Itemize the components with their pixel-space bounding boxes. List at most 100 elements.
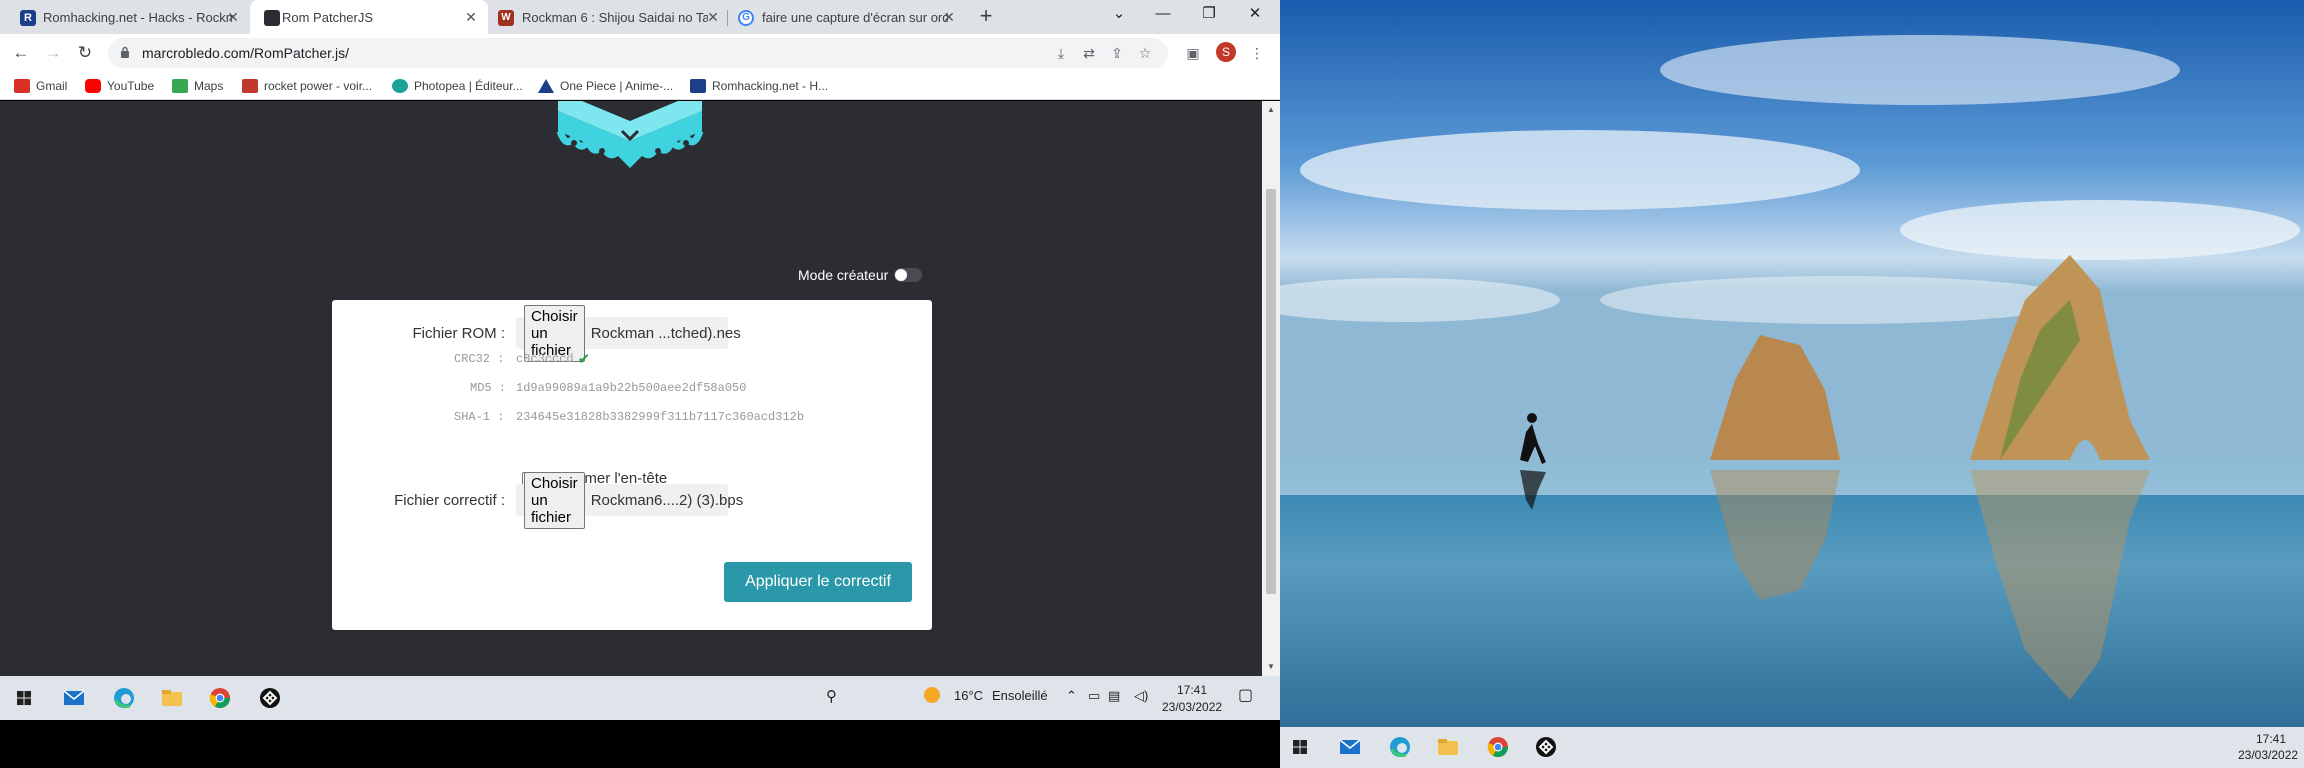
url-text: marcrobledo.com/RomPatcher.js/ bbox=[142, 45, 349, 61]
sun-icon bbox=[924, 687, 940, 703]
bookmark-label: YouTube bbox=[107, 79, 155, 93]
checkmark-icon: ✔ bbox=[577, 350, 591, 368]
scroll-down-icon[interactable]: ▼ bbox=[1266, 662, 1276, 672]
lock-icon bbox=[121, 46, 129, 58]
menu-icon[interactable]: ⋮ bbox=[1248, 44, 1266, 62]
explorer-icon[interactable] bbox=[156, 682, 188, 714]
profile-avatar[interactable]: S bbox=[1216, 42, 1236, 62]
edge-icon[interactable] bbox=[1384, 731, 1416, 763]
taskbar-right: 17:41 23/03/2022 bbox=[1280, 727, 2304, 768]
creator-mode-label: Mode créateur bbox=[798, 267, 889, 283]
close-window-button[interactable]: ✕ bbox=[1232, 0, 1278, 30]
mail-icon[interactable] bbox=[1334, 731, 1366, 763]
chevron-up-icon[interactable]: ⌃ bbox=[1066, 688, 1077, 704]
tab-romhacking[interactable]: R Romhacking.net - Hacks - Rockm ✕ bbox=[0, 0, 250, 34]
gmail-icon bbox=[14, 79, 30, 93]
app-icon[interactable] bbox=[254, 682, 286, 714]
share-icon[interactable]: ⇪ bbox=[1108, 44, 1126, 62]
tab-rompatcher[interactable]: Rom PatcherJS ✕ bbox=[250, 0, 488, 34]
sha1-label: SHA-1 : bbox=[454, 410, 505, 424]
apply-patch-button[interactable]: Appliquer le correctif bbox=[724, 562, 912, 602]
bookmark-rocket-power[interactable]: rocket power - voir... bbox=[242, 78, 372, 94]
bookmark-label: rocket power - voir... bbox=[264, 79, 373, 93]
people-icon[interactable]: ⚲ bbox=[826, 687, 837, 705]
youtube-icon bbox=[85, 79, 101, 93]
tab-strip: R Romhacking.net - Hacks - Rockm ✕ Rom P… bbox=[0, 0, 1280, 34]
rocket-power-icon bbox=[242, 79, 258, 93]
windows-icon[interactable] bbox=[1284, 731, 1316, 763]
chrome-icon[interactable] bbox=[1482, 731, 1514, 763]
rompatcher-favicon-icon bbox=[264, 10, 280, 26]
translate-icon[interactable]: ⇄ bbox=[1080, 44, 1098, 62]
back-button[interactable]: ← bbox=[9, 41, 33, 65]
app-icon[interactable] bbox=[1530, 731, 1562, 763]
bookmark-one-piece[interactable]: One Piece | Anime-... bbox=[538, 78, 673, 94]
temperature[interactable]: 16°C bbox=[954, 688, 983, 703]
bookmark-maps[interactable]: Maps bbox=[172, 78, 223, 94]
creator-mode-toggle[interactable] bbox=[894, 268, 923, 282]
clock-time[interactable]: 17:41 bbox=[1177, 683, 1207, 697]
wallpaper-image bbox=[1280, 0, 2304, 727]
new-tab-button[interactable]: + bbox=[974, 5, 998, 29]
clock-date[interactable]: 23/03/2022 bbox=[2238, 748, 2298, 762]
clock-date[interactable]: 23/03/2022 bbox=[1162, 700, 1222, 714]
close-tab-icon[interactable]: ✕ bbox=[704, 8, 722, 26]
tab-title: Rockman 6 : Shijou Saidai no Tat bbox=[522, 10, 708, 25]
bookmark-romhacking[interactable]: Romhacking.net - H... bbox=[690, 78, 828, 94]
tab-title: faire une capture d'écran sur ord bbox=[762, 10, 948, 25]
toggle-knob bbox=[895, 269, 908, 281]
volume-icon[interactable]: ◁) bbox=[1134, 688, 1148, 704]
network-icon[interactable]: ▤ bbox=[1108, 688, 1120, 704]
meet-icon[interactable]: ▭ bbox=[1088, 688, 1100, 704]
notification-icon[interactable]: ▢ bbox=[1238, 685, 1253, 705]
mail-icon[interactable] bbox=[58, 682, 90, 714]
tab-search-icon[interactable]: ⌄ bbox=[1096, 0, 1142, 30]
close-tab-icon[interactable]: ✕ bbox=[940, 8, 958, 26]
patch-choose-file-button[interactable]: Choisir un fichier bbox=[524, 471, 585, 529]
rom-file-label: Fichier ROM : bbox=[412, 325, 505, 342]
crc32-label: CRC32 : bbox=[454, 352, 505, 366]
tab-google[interactable]: G faire une capture d'écran sur ord ✕ bbox=[728, 0, 968, 34]
rompatcher-logo-icon bbox=[556, 101, 704, 168]
rockman-favicon-icon: W bbox=[498, 10, 514, 26]
close-tab-icon[interactable]: ✕ bbox=[224, 8, 242, 26]
rom-file-input[interactable]: Choisir un fichier Rockman ...tched).nes bbox=[516, 304, 741, 362]
bookmark-label: One Piece | Anime-... bbox=[560, 79, 674, 93]
tab-rockman6[interactable]: W Rockman 6 : Shijou Saidai no Tat ✕ bbox=[488, 0, 728, 34]
bookmark-label: Maps bbox=[194, 79, 224, 93]
close-tab-icon[interactable]: ✕ bbox=[462, 8, 480, 26]
address-bar[interactable]: marcrobledo.com/RomPatcher.js/ ⤓ ⇄ ⇪ ☆ bbox=[108, 38, 1168, 68]
edge-icon[interactable] bbox=[108, 682, 140, 714]
bookmark-youtube[interactable]: YouTube bbox=[85, 78, 154, 94]
page-scrollbar[interactable]: ▲ ▼ bbox=[1262, 101, 1280, 676]
restore-button[interactable]: ❐ bbox=[1186, 0, 1232, 30]
install-icon[interactable]: ⤓ bbox=[1052, 44, 1070, 62]
google-favicon-icon: G bbox=[738, 10, 754, 26]
scroll-up-icon[interactable]: ▲ bbox=[1266, 105, 1276, 115]
patcher-card: Fichier ROM : Choisir un fichier Rockman… bbox=[332, 300, 932, 630]
bookmark-star-icon[interactable]: ☆ bbox=[1136, 44, 1154, 62]
clock-time[interactable]: 17:41 bbox=[2256, 732, 2286, 746]
minimize-button[interactable]: — bbox=[1140, 0, 1186, 30]
md5-value: 1d9a99089a1a9b22b500aee2df58a050 bbox=[516, 381, 747, 395]
chrome-icon[interactable] bbox=[204, 682, 236, 714]
patch-file-input[interactable]: Choisir un fichier Rockman6....2) (3).bp… bbox=[516, 471, 743, 529]
md5-label: MD5 : bbox=[470, 381, 507, 395]
explorer-icon[interactable] bbox=[1432, 731, 1464, 763]
scrollbar-thumb[interactable] bbox=[1266, 189, 1276, 594]
taskbar-left: ⚲ 16°C Ensoleillé ⌃ ▭ ▤ ◁) 17:41 23/03/2… bbox=[0, 676, 1280, 720]
one-piece-icon bbox=[538, 79, 554, 93]
forward-button[interactable]: → bbox=[41, 41, 65, 65]
reload-button[interactable]: ↻ bbox=[73, 41, 97, 65]
bookmark-label: Gmail bbox=[36, 79, 68, 93]
browser-toolbar: ← → ↻ marcrobledo.com/RomPatcher.js/ ⤓ ⇄… bbox=[0, 34, 1280, 72]
side-panel-icon[interactable]: ▣ bbox=[1184, 44, 1202, 62]
weather-text[interactable]: Ensoleillé bbox=[992, 688, 1048, 703]
rom-file-name: Rockman ...tched).nes bbox=[590, 324, 741, 342]
tab-title: Romhacking.net - Hacks - Rockm bbox=[43, 10, 233, 25]
creator-mode-switch[interactable]: Mode créateur bbox=[798, 267, 923, 283]
windows-icon[interactable] bbox=[8, 682, 40, 714]
page-viewport: Mode créateur Fichier ROM : Choisir un f… bbox=[0, 101, 1262, 676]
bookmark-photopea[interactable]: Photopea | Éditeur... bbox=[392, 78, 523, 94]
bookmark-gmail[interactable]: Gmail bbox=[14, 78, 67, 94]
